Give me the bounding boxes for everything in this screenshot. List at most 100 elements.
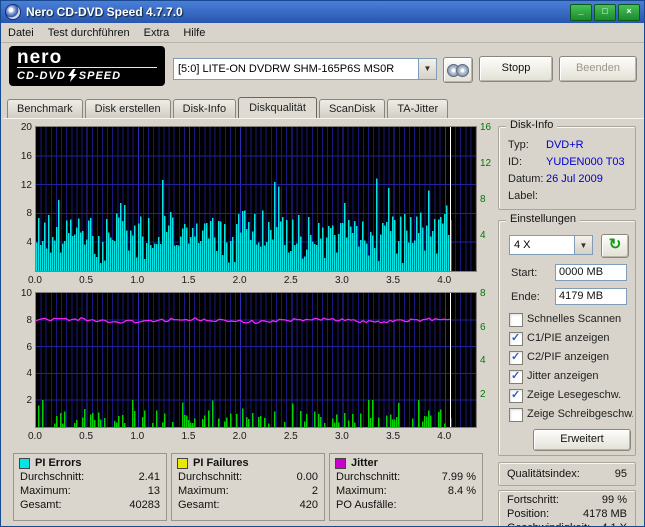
position-value: 4178 MB — [582, 508, 627, 520]
exit-button[interactable]: Beenden — [559, 56, 637, 82]
disc-icon — [456, 63, 469, 77]
x-tick-label: 4.0 — [437, 275, 452, 286]
checkbox-fast-scan[interactable]: Schnelles Scannen — [509, 313, 633, 327]
x-tick-label: 3.0 — [334, 275, 349, 286]
chevron-down-icon[interactable]: ▼ — [574, 236, 592, 254]
stat-value: 40283 — [129, 499, 160, 511]
speed-select[interactable]: 4 X ▼ — [509, 235, 593, 255]
x-tick-label: 0.5 — [79, 275, 94, 286]
x-tick-label: 1.0 — [130, 431, 145, 442]
window-title: Nero CD-DVD Speed 4.7.7.0 — [26, 5, 183, 19]
y-tick-label: 2 — [480, 388, 486, 400]
tab-disk-info[interactable]: Disk-Info — [172, 99, 237, 118]
checkbox-jitter[interactable]: Jitter anzeigen — [509, 369, 633, 384]
pie-chart-right-axis: 4 8 12 16 — [477, 122, 497, 272]
maximize-button[interactable]: □ — [594, 3, 616, 21]
y-tick-label: 16 — [20, 150, 32, 162]
y-tick-label: 20 — [20, 122, 32, 133]
y-tick-label: 6 — [26, 341, 32, 353]
checkbox-icon[interactable] — [509, 369, 523, 384]
stat-value: 8.4 % — [447, 485, 476, 497]
tab-disk-erstellen[interactable]: Disk erstellen — [84, 99, 171, 118]
checkbox-read-speed[interactable]: Zeige Lesegeschw. — [509, 388, 633, 403]
tab-diskqualitaet[interactable]: Diskqualität — [238, 97, 317, 118]
y-tick-label: 10 — [20, 288, 32, 299]
menu-hilfe[interactable]: Hilfe — [176, 25, 212, 41]
menubar: Datei Test durchführen Extra Hilfe — [1, 23, 644, 43]
pie-chart-plot — [35, 126, 477, 272]
x-tick-label: 3.5 — [386, 431, 401, 442]
x-tick-label: 2.5 — [283, 431, 298, 442]
disk-info-group: Disk-Info Typ: DVD+R ID: YUDEN000 T03 Datu… — [498, 119, 636, 210]
y-tick-label: 8 — [26, 208, 32, 220]
settings-group-title: Einstellungen — [506, 213, 581, 225]
lightning-icon — [67, 69, 77, 82]
speed-value: 4.1 X — [601, 522, 627, 526]
quality-index-box: Qualitätsindex: 95 — [498, 462, 636, 486]
checkbox-icon[interactable] — [509, 408, 523, 422]
y-tick-label: 16 — [480, 122, 492, 133]
checkbox-c2-pif[interactable]: C2/PIF anzeigen — [509, 350, 633, 365]
checkbox-icon[interactable] — [509, 313, 523, 327]
checkbox-icon[interactable] — [509, 388, 523, 403]
stat-label: Durchschnitt: — [20, 471, 85, 483]
pi-failures-panel: PI Failures Durchschnitt: 0.00 Maximum: 2 … — [171, 453, 325, 521]
menu-extra[interactable]: Extra — [137, 25, 177, 41]
speed-select-value: 4 X — [514, 239, 531, 251]
progress-box: Fortschritt: 99 % Position: 4178 MB Geschw… — [498, 490, 636, 526]
x-tick-label: 0.0 — [28, 431, 42, 442]
checkbox-label: Schnelles Scannen — [527, 313, 622, 325]
checkbox-icon[interactable] — [509, 350, 523, 365]
quality-index-label: Qualitätsindex: — [507, 468, 580, 480]
pi-errors-panel: PI Errors Durchschnitt: 2.41 Maximum: 13 G… — [13, 453, 167, 521]
tab-scandisk[interactable]: ScanDisk — [318, 99, 386, 118]
jitter-chart-right-axis: 2 4 6 8 — [477, 288, 497, 428]
refresh-icon: ↻ — [608, 236, 622, 253]
pi-failures-title: PI Failures — [193, 457, 249, 469]
app-window: Nero CD-DVD Speed 4.7.7.0 _ □ × Datei Te… — [0, 0, 645, 527]
refresh-button[interactable]: ↻ — [601, 234, 629, 258]
progress-label: Fortschritt: — [507, 494, 559, 506]
x-tick-label: 3.5 — [386, 275, 401, 286]
disc-tray-button[interactable] — [443, 57, 473, 83]
checkbox-icon[interactable] — [509, 331, 523, 346]
start-input[interactable]: 0000 MB — [555, 264, 627, 281]
disk-id-value: YUDEN000 T03 — [546, 156, 625, 168]
stat-value: 7.99 % — [441, 471, 476, 483]
tab-benchmark[interactable]: Benchmark — [7, 99, 83, 118]
checkbox-write-speed[interactable]: Zeige Schreibgeschw. — [509, 408, 633, 422]
minimize-button[interactable]: _ — [570, 3, 592, 21]
y-tick-label: 4 — [480, 355, 486, 366]
chevron-down-icon[interactable]: ▼ — [418, 59, 436, 79]
disk-type-label: Typ: — [508, 139, 529, 151]
stat-label: Maximum: — [178, 485, 229, 497]
pie-chart-left-axis: 4 8 12 16 20 — [7, 122, 35, 272]
disk-info-group-title: Disk-Info — [506, 119, 558, 131]
quality-index-value: 95 — [614, 468, 627, 480]
stat-value: 2 — [311, 485, 318, 497]
disk-id-label: ID: — [508, 156, 523, 168]
progress-value: 99 % — [601, 494, 627, 506]
drive-select[interactable]: [5:0] LITE-ON DVDRW SHM-165P6S MS0R ▼ — [173, 58, 437, 80]
pie-chart-x-axis: 0.0 0.5 1.0 1.5 2.0 2.5 3.0 3.5 4.0 — [28, 275, 479, 287]
stop-button[interactable]: Stopp — [479, 56, 553, 82]
tab-ta-jitter[interactable]: TA-Jitter — [387, 99, 449, 118]
close-button[interactable]: × — [618, 3, 640, 21]
end-input[interactable]: 4179 MB — [555, 288, 627, 305]
advanced-button[interactable]: Erweitert — [533, 429, 631, 451]
disk-label-label: Label: — [508, 190, 538, 202]
titlebar[interactable]: Nero CD-DVD Speed 4.7.7.0 _ □ × — [1, 1, 644, 23]
y-tick-label: 12 — [20, 179, 32, 191]
checkbox-c1-pie[interactable]: C1/PIE anzeigen — [509, 331, 633, 346]
x-tick-label: 2.5 — [283, 275, 298, 286]
jitter-swatch — [335, 457, 346, 469]
jitter-title: Jitter — [351, 457, 378, 469]
disk-date-value: 26 Jul 2009 — [546, 173, 603, 185]
menu-datei[interactable]: Datei — [1, 25, 41, 41]
y-tick-label: 2 — [26, 395, 32, 407]
pi-failures-swatch — [177, 457, 188, 469]
menu-test-durchfuehren[interactable]: Test durchführen — [41, 25, 137, 41]
y-tick-label: 4 — [26, 237, 32, 249]
end-label: Ende: — [511, 291, 540, 303]
x-tick-label: 2.0 — [232, 431, 247, 442]
